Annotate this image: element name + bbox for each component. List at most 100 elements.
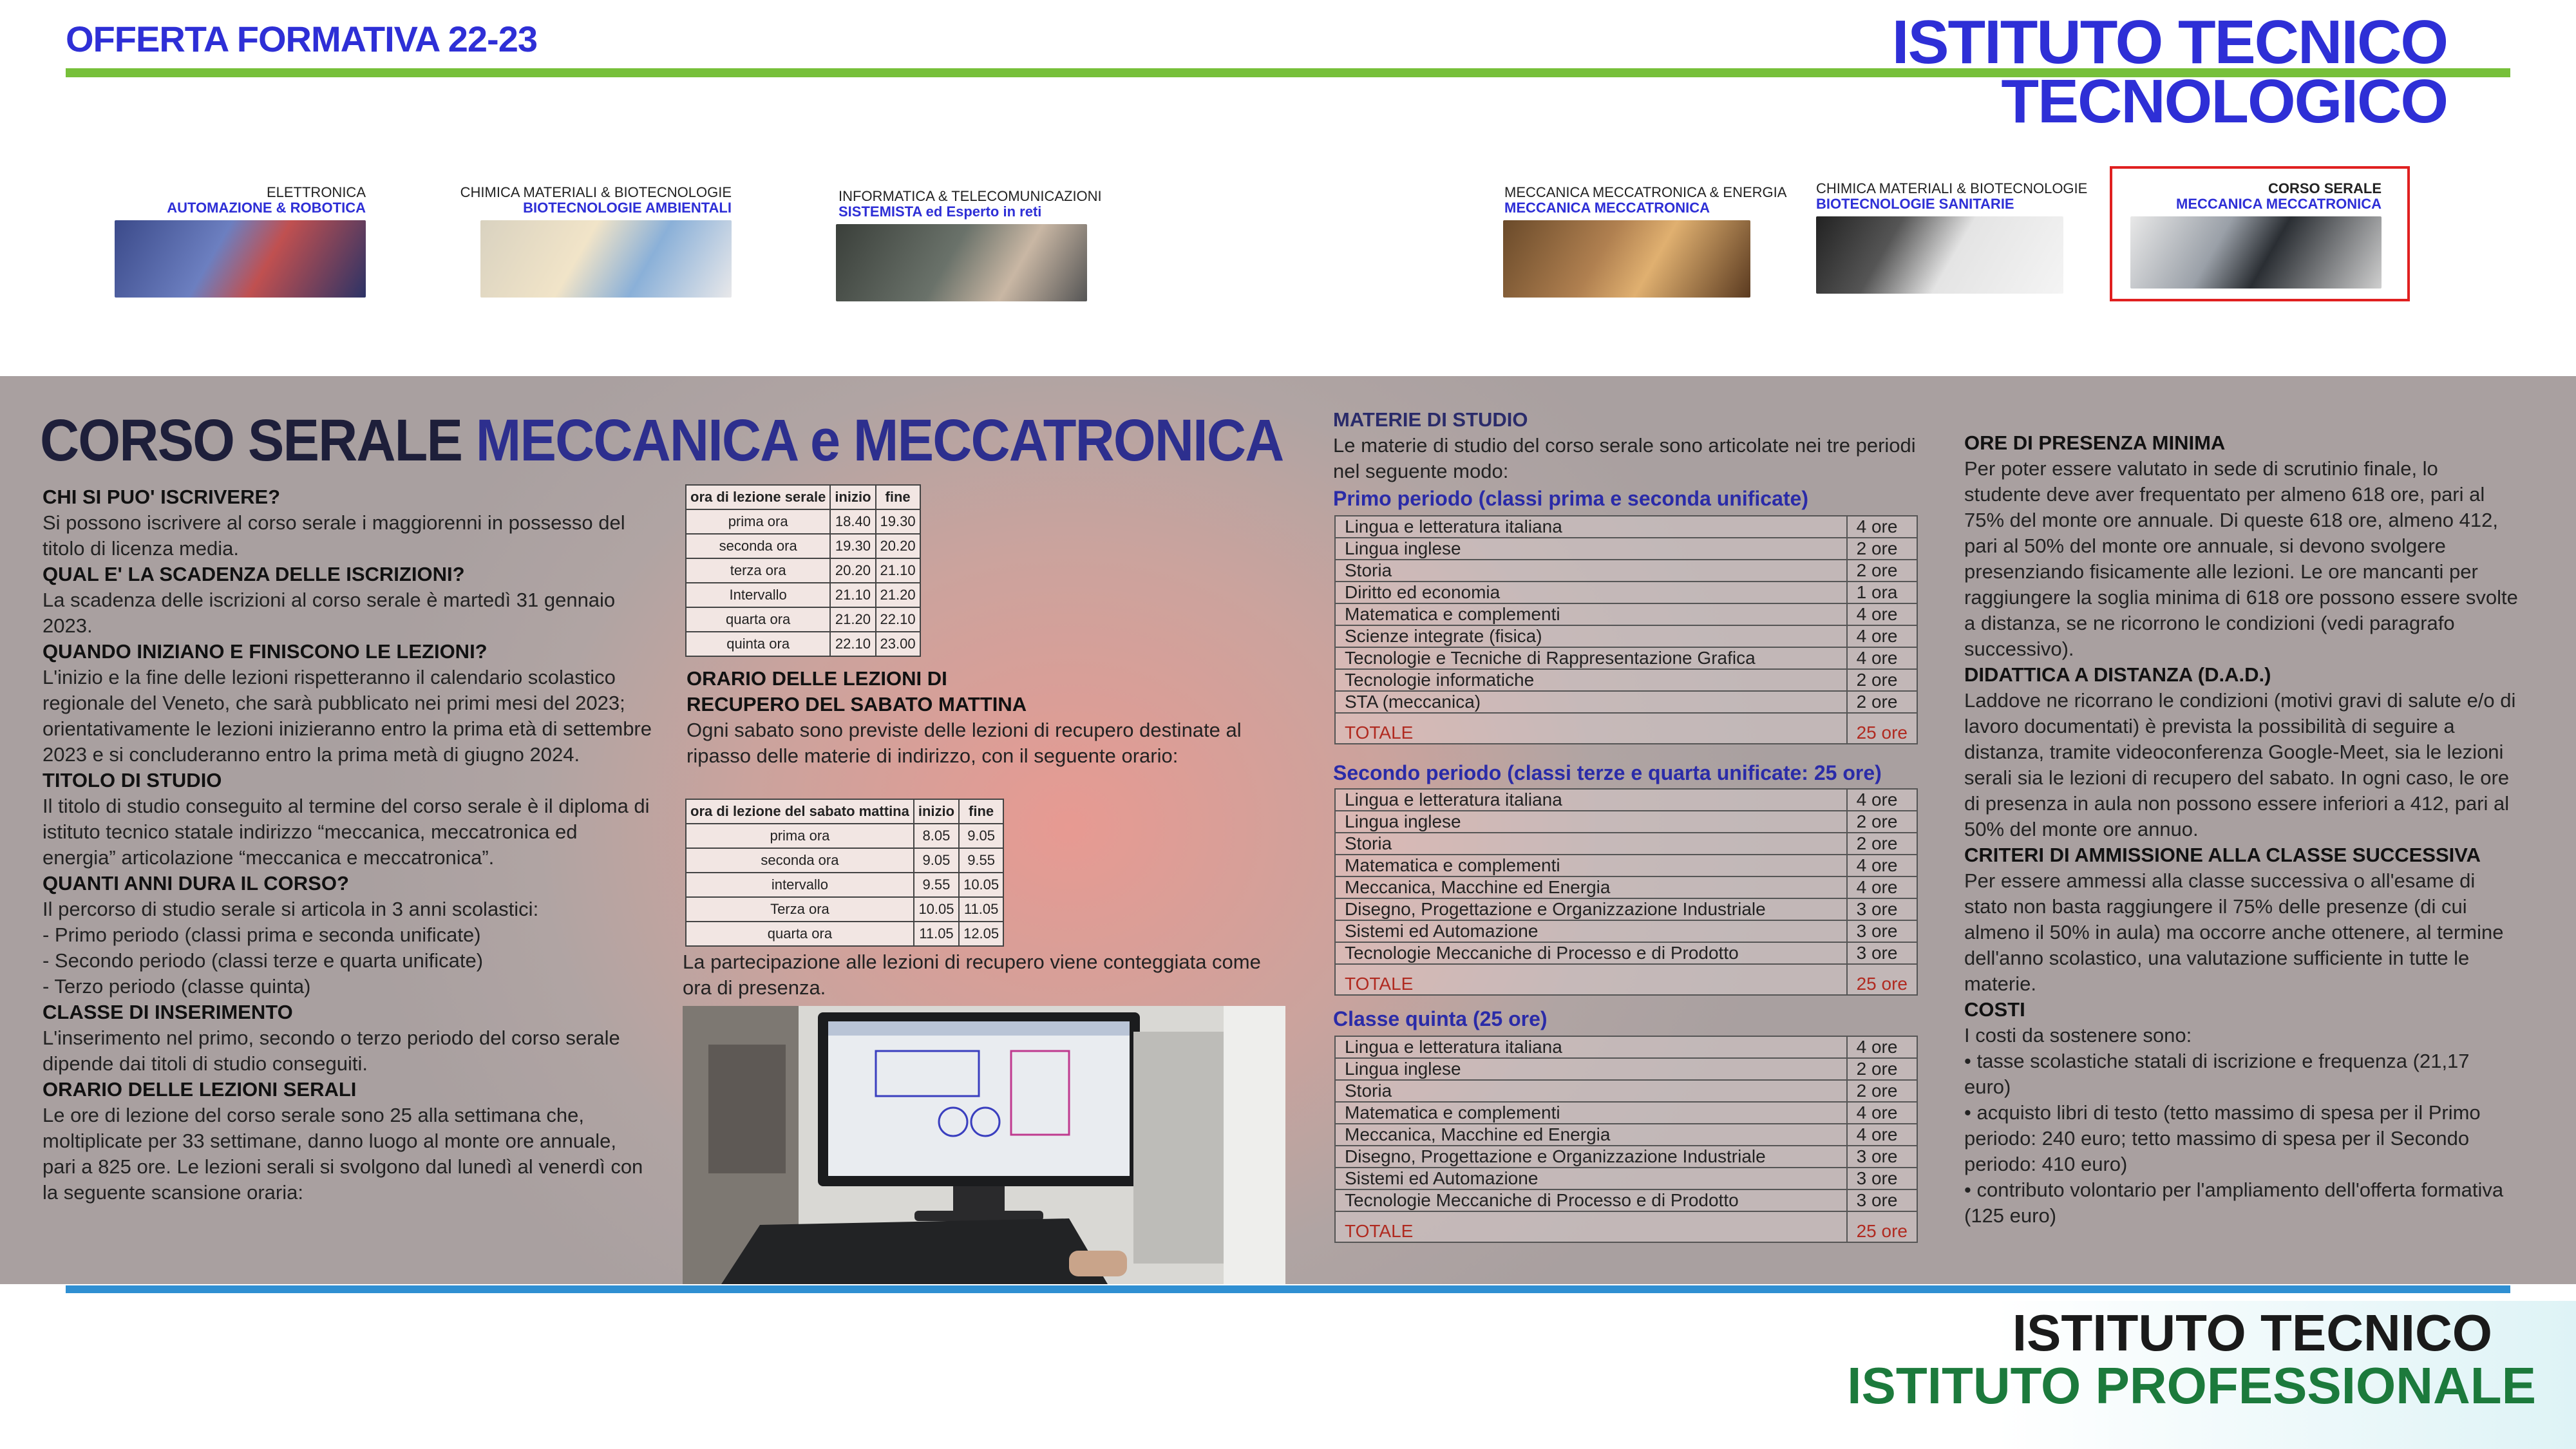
rules-heading: CRITERI DI AMMISSIONE ALLA CLASSE SUCCES…	[1964, 844, 2481, 866]
course-name: AUTOMAZIONE & ROBOTICA	[167, 200, 366, 216]
subject-row: Lingua inglese 2 ore	[1334, 1057, 1918, 1081]
subject-row: Diritto ed economia 1 ora	[1334, 581, 1918, 604]
subject-name: Disegno, Progettazione e Organizzazione …	[1334, 1145, 1848, 1168]
course-name: BIOTECNOLOGIE SANITARIE	[1816, 196, 2014, 212]
subject-hours: 2 ore	[1846, 1057, 1918, 1081]
subject-hours: 2 ore	[1846, 537, 1918, 560]
saturday-note-text: La partecipazione alle lezioni di recupe…	[683, 951, 1261, 999]
subject-row: Matematica e complementi 4 ore	[1334, 1101, 1918, 1124]
table-cell: 18.40	[829, 509, 876, 535]
subject-name: Lingua inglese	[1334, 1057, 1848, 1081]
subject-hours: 4 ore	[1846, 1101, 1918, 1124]
table-cell: 9.05	[958, 823, 1005, 849]
subject-hours: 4 ore	[1846, 647, 1918, 670]
offer-title: OFFERTA FORMATIVA 22-23	[66, 19, 538, 59]
table-row: Intervallo 21.10 21.20	[685, 582, 921, 608]
rules-text: Per essere ammessi alla classe successiv…	[1964, 869, 2504, 995]
table-row: seconda ora 19.30 20.20	[685, 533, 921, 559]
cost-item: • tasse scolastiche statali di iscrizion…	[1964, 1050, 2470, 1098]
subject-row: Meccanica, Macchine ed Energia 4 ore	[1334, 1123, 1918, 1146]
course-name: MECCANICA MECCATRONICA	[1504, 200, 1710, 216]
subject-row: Matematica e complementi 4 ore	[1334, 854, 1918, 877]
subject-row: Lingua inglese 2 ore	[1334, 537, 1918, 560]
subject-name: Lingua e letteratura italiana	[1334, 1036, 1848, 1059]
faq-question: QUANTI ANNI DURA IL CORSO?	[43, 872, 349, 895]
table-row: prima ora 8.05 9.05	[685, 823, 1005, 849]
subject-hours: 3 ore	[1846, 920, 1918, 943]
course-area: CHIMICA MATERIALI & BIOTECNOLOGIE	[1816, 180, 2088, 196]
faq-answer: L'inizio e la fine delle lezioni rispett…	[43, 666, 652, 766]
course-card-biotech-sanitarie[interactable]: CHIMICA MATERIALI & BIOTECNOLOGIE BIOTEC…	[1816, 180, 2087, 303]
course-card-biotech-ambientali[interactable]: CHIMICA MATERIALI & BIOTECNOLOGIE BIOTEC…	[460, 184, 732, 307]
faq-question: TITOLO DI STUDIO	[43, 769, 222, 791]
period-title: Secondo periodo (classi terze e quarta u…	[1333, 761, 1882, 784]
faq-list-item: - Secondo periodo (classi terze e quarta…	[43, 949, 484, 972]
subject-row: Disegno, Progettazione e Organizzazione …	[1334, 898, 1918, 921]
table-cell: 19.30	[829, 533, 876, 559]
rules-column: ORE DI PRESENZA MINIMA Per poter essere …	[1964, 430, 2518, 1229]
course-title-part2: MECCANICA e MECCATRONICA	[475, 408, 1284, 473]
faq-question: QUANDO INIZIANO E FINISCONO LE LEZIONI?	[43, 640, 488, 663]
subject-row: Lingua e letteratura italiana 4 ore	[1334, 1036, 1918, 1059]
total-label: TOTALE	[1334, 712, 1848, 744]
subject-hours: 2 ore	[1846, 559, 1918, 582]
subject-name: Sistemi ed Automazione	[1334, 1167, 1848, 1190]
table-cell: 21.10	[875, 558, 921, 583]
table-cell: terza ora	[685, 558, 831, 583]
subject-row: STA (meccanica) 2 ore	[1334, 690, 1918, 714]
table-row: seconda ora 9.05 9.55	[685, 848, 1005, 873]
subject-row: Storia 2 ore	[1334, 1079, 1918, 1103]
computer-lab-illustration	[683, 1006, 1285, 1284]
table-cell: 9.55	[958, 848, 1005, 873]
total-label: TOTALE	[1334, 963, 1848, 996]
total-hours: 25 ore	[1846, 1211, 1918, 1243]
table-cell: quinta ora	[685, 631, 831, 657]
table-cell: 21.20	[829, 607, 876, 632]
saturday-schedule-table: ora di lezione del sabato mattina inizio f…	[685, 799, 1005, 947]
table-row: intervallo 9.55 10.05	[685, 872, 1005, 898]
subject-hours: 4 ore	[1846, 515, 1918, 538]
subject-row: Sistemi ed Automazione 3 ore	[1334, 920, 1918, 943]
subject-name: Lingua e letteratura italiana	[1334, 515, 1848, 538]
faq-answer: Il titolo di studio conseguito al termin…	[43, 795, 650, 869]
footer-divider	[66, 1285, 2510, 1293]
rules-text: Per poter essere valutato in sede di scr…	[1964, 457, 2518, 660]
table-cell: quarta ora	[685, 921, 914, 947]
table-cell: 8.05	[913, 823, 960, 849]
course-card-serale[interactable]: CORSO SERALE MECCANICA MECCATRONICA	[2124, 180, 2382, 303]
total-label: TOTALE	[1334, 1211, 1848, 1243]
subjects-table-second-period: Lingua e letteratura italiana 4 ore Lingua…	[1334, 788, 1918, 996]
subject-name: Tecnologie Meccaniche di Processo e di P…	[1334, 1189, 1848, 1212]
course-area: CORSO SERALE	[2268, 180, 2382, 196]
saturday-title: RECUPERO DEL SABATO MATTINA	[687, 693, 1027, 715]
rules-heading: ORE DI PRESENZA MINIMA	[1964, 431, 2226, 454]
subject-hours: 2 ore	[1846, 832, 1918, 855]
table-cell: 12.05	[958, 921, 1005, 947]
table-cell: 10.05	[913, 896, 960, 922]
table-cell: 11.05	[913, 921, 960, 947]
table-cell: Intervallo	[685, 582, 831, 608]
subject-row: Storia 2 ore	[1334, 559, 1918, 582]
course-card-elettronica[interactable]: ELETTRONICA AUTOMAZIONE & ROBOTICA	[108, 184, 366, 307]
subject-row: Matematica e complementi 4 ore	[1334, 603, 1918, 626]
subjects-title: MATERIE DI STUDIO	[1333, 408, 1528, 431]
table-row: terza ora 20.20 21.10	[685, 558, 921, 583]
faq-answer: La scadenza delle iscrizioni al corso se…	[43, 589, 616, 637]
table-cell: 21.10	[829, 582, 876, 608]
course-card-meccanica[interactable]: MECCANICA MECCATRONICA & ENERGIA MECCANI…	[1502, 184, 1786, 307]
course-card-informatica[interactable]: INFORMATICA & TELECOMUNICAZIONI SISTEMIS…	[829, 188, 1102, 310]
subject-row: Tecnologie Meccaniche di Processo e di P…	[1334, 942, 1918, 965]
total-hours: 25 ore	[1846, 712, 1918, 744]
table-cell: 19.30	[875, 509, 921, 535]
subject-name: Matematica e complementi	[1334, 603, 1848, 626]
subject-name: Storia	[1334, 1079, 1848, 1103]
subject-hours: 2 ore	[1846, 1079, 1918, 1103]
footer-line1: ISTITUTO TECNICO	[2012, 1304, 2492, 1361]
subject-hours: 4 ore	[1846, 854, 1918, 877]
saturday-section: ORARIO DELLE LEZIONI DI RECUPERO DEL SAB…	[687, 666, 1266, 769]
subject-name: Scienze integrate (fisica)	[1334, 625, 1848, 648]
saturday-title: ORARIO DELLE LEZIONI DI	[687, 667, 947, 690]
subject-hours: 2 ore	[1846, 668, 1918, 692]
table-cell: 9.55	[913, 872, 960, 898]
cost-item: • acquisto libri di testo (tetto massimo…	[1964, 1101, 2481, 1175]
